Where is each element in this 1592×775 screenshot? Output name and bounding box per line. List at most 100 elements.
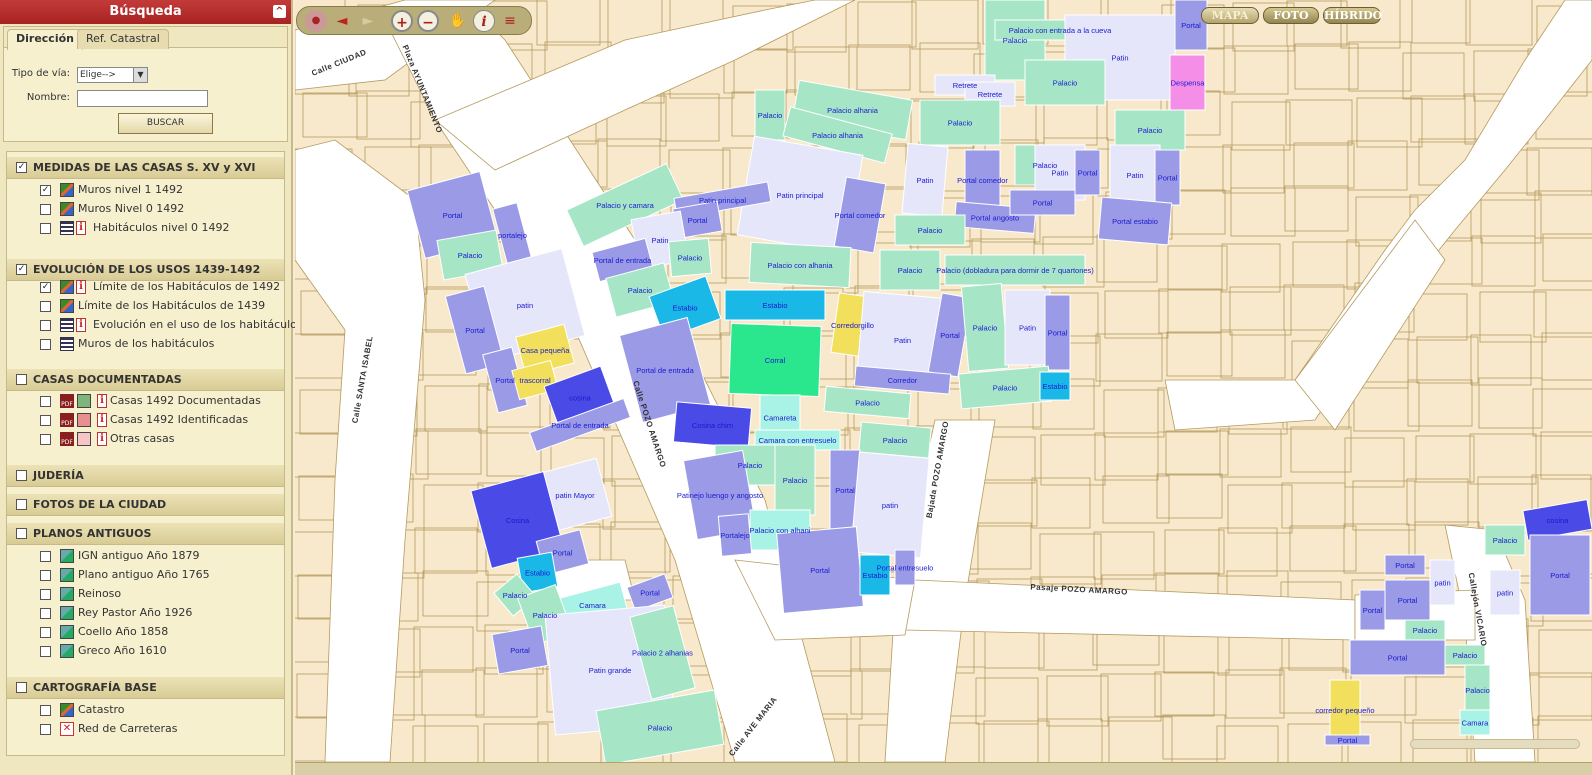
layer-checkbox[interactable] — [40, 724, 51, 735]
room-label: Portal angosto — [971, 214, 1019, 223]
layer-red-de-carreteras[interactable]: ✕ Red de Carreteras — [7, 720, 284, 738]
room-label: Portal — [465, 326, 485, 335]
layer-checkbox[interactable] — [40, 608, 51, 619]
layer-group-cartografia-base[interactable]: CARTOGRAFÍA BASE — [7, 677, 284, 699]
room-label: Palacio — [898, 266, 923, 275]
layer-rey-pastor-ano-1926[interactable]: Rey Pastor Año 1926 — [7, 604, 284, 622]
layer-group-planos-antiguos[interactable]: PLANOS ANTIGUOS — [7, 523, 284, 545]
plano-icon — [60, 587, 74, 601]
layer-group-checkbox[interactable] — [16, 682, 27, 693]
layer-checkbox[interactable] — [40, 434, 51, 445]
map-mode-foto[interactable]: FOTO — [1263, 7, 1319, 24]
via-type-select[interactable]: Elige--> ▼ — [77, 67, 148, 83]
nombre-input[interactable] — [77, 90, 208, 107]
room-label: Palacio alhania — [812, 131, 864, 140]
zoom-in-icon[interactable]: + — [391, 10, 413, 32]
layer-checkbox[interactable] — [40, 301, 51, 312]
collapse-panel-icon[interactable]: ^ — [273, 5, 286, 18]
layer-muros-nivel-1-1492[interactable]: ✓ Muros nivel 1 1492 — [7, 181, 284, 199]
layer-checkbox[interactable] — [40, 396, 51, 407]
layer-label: Reinoso — [78, 587, 122, 600]
info-icon[interactable]: i — [97, 432, 107, 446]
layer-group-title: MEDIDAS DE LAS CASAS S. XV y XVI — [33, 161, 256, 174]
map-mode-mapa[interactable]: MAPA — [1201, 7, 1259, 24]
layer-checkbox[interactable]: ✓ — [40, 282, 51, 293]
room-label: Palacio — [458, 251, 483, 260]
layer-group-checkbox[interactable] — [16, 374, 27, 385]
room-label: Estabio — [762, 301, 787, 310]
info-icon[interactable]: i — [97, 394, 107, 408]
legend-swatch-icon — [77, 394, 91, 408]
room-label: Palacio — [758, 111, 783, 120]
back-arrow-icon[interactable]: ◄ — [331, 10, 353, 32]
layer-limite-de-los-habitaculos-de-1439[interactable]: Límite de los Habitáculos de 1439 — [7, 297, 284, 315]
layer-group-fotos-de-la-ciudad[interactable]: FOTOS DE LA CIUDAD — [7, 494, 284, 516]
room-label: Palacio — [1053, 79, 1078, 88]
measure-icon[interactable]: ≡ — [499, 10, 521, 32]
pin-icon[interactable]: ● — [305, 10, 327, 32]
layer-checkbox[interactable] — [40, 705, 51, 716]
zoom-out-icon[interactable]: − — [417, 10, 439, 32]
layer-evolucion-en-el-uso-de-los-habitaculos[interactable]: i Evolución en el uso de los habitáculos — [7, 316, 303, 334]
tab-direccion[interactable]: Dirección — [7, 29, 83, 50]
info-icon[interactable]: i — [76, 221, 86, 235]
info-icon[interactable]: i — [97, 413, 107, 427]
layer-label: Evolución en el uso de los habitáculos — [93, 318, 303, 331]
buscar-button[interactable]: BUSCAR — [118, 113, 213, 134]
zoom-slider[interactable] — [1410, 739, 1580, 749]
layer-checkbox[interactable] — [40, 589, 51, 600]
layer-group-checkbox[interactable] — [16, 499, 27, 510]
map-canvas[interactable]: Portal Palacio Palacio con entrada a la cu… — [295, 0, 1592, 762]
room-label: Palacio — [973, 324, 998, 333]
layer-catastro[interactable]: Catastro — [7, 701, 284, 719]
layer-group-checkbox[interactable]: ✓ — [16, 162, 27, 173]
layer-group-medidas-de-las-casas-s-xv-y-xvi[interactable]: ✓ MEDIDAS DE LAS CASAS S. XV y XVI — [7, 157, 284, 179]
layer-group-casas-documentadas[interactable]: CASAS DOCUMENTADAS — [7, 369, 284, 391]
room-label: Palacio alhania — [827, 106, 879, 115]
layer-group-checkbox[interactable] — [16, 470, 27, 481]
layer-group-checkbox[interactable]: ✓ — [16, 264, 27, 275]
room-label: Palacio 2 alhanias — [632, 649, 693, 658]
layer-checkbox[interactable] — [40, 646, 51, 657]
layer-checkbox[interactable] — [40, 223, 51, 234]
room-label: Palacio — [783, 476, 808, 485]
layer-checkbox[interactable] — [40, 551, 51, 562]
layer-checkbox[interactable]: ✓ — [40, 185, 51, 196]
room-label: Portal comedor — [835, 211, 886, 220]
layer-checkbox[interactable] — [40, 570, 51, 581]
layer-limite-de-los-habitaculos-de-1492[interactable]: ✓ i Límite de los Habitáculos de 1492 — [7, 278, 284, 296]
layer-checkbox[interactable] — [40, 320, 51, 331]
room-label: portalejo — [498, 231, 527, 240]
plano-icon — [60, 549, 74, 563]
tab-ref-catastral[interactable]: Ref. Catastral — [77, 29, 169, 49]
layer-ign-antiguo-ano-1879[interactable]: IGN antiguo Año 1879 — [7, 547, 284, 565]
room-label: Casa pequeña — [521, 346, 571, 355]
info-icon[interactable]: i — [473, 10, 495, 32]
layer-otras-casas[interactable]: PDF i Otras casas — [7, 430, 284, 448]
list-icon — [60, 221, 74, 235]
forward-arrow-icon[interactable]: ► — [357, 10, 379, 32]
room-label: corredor pequeño — [1315, 706, 1374, 715]
room-label: Palacio — [993, 384, 1018, 393]
info-icon[interactable]: i — [76, 318, 86, 332]
layer-checkbox[interactable] — [40, 339, 51, 350]
room-label: Patin — [916, 176, 933, 185]
layer-checkbox[interactable] — [40, 627, 51, 638]
layer-casas-1492-documentadas[interactable]: PDF i Casas 1492 Documentadas — [7, 392, 284, 410]
layer-group-checkbox[interactable] — [16, 528, 27, 539]
hand-pan-icon[interactable]: ✋ — [447, 10, 469, 32]
layer-checkbox[interactable] — [40, 415, 51, 426]
layer-group-juderia[interactable]: JUDERÍA — [7, 465, 284, 487]
layer-muros-nivel-0-1492[interactable]: Muros Nivel 0 1492 — [7, 200, 284, 218]
grid-icon — [60, 703, 74, 717]
layer-plano-antiguo-ano-1765[interactable]: Plano antiguo Año 1765 — [7, 566, 284, 584]
layer-reinoso[interactable]: Reinoso — [7, 585, 284, 603]
layer-checkbox[interactable] — [40, 204, 51, 215]
map-mode-hibrido[interactable]: HÍBRIDO — [1323, 7, 1382, 24]
layer-greco-ano-1610[interactable]: Greco Año 1610 — [7, 642, 284, 660]
info-icon[interactable]: i — [76, 280, 86, 294]
layer-habitaculos-nivel-0-1492[interactable]: i Habitáculos nivel 0 1492 — [7, 219, 284, 237]
layer-casas-1492-identificadas[interactable]: PDF i Casas 1492 Identificadas — [7, 411, 284, 429]
layer-muros-de-los-habitaculos[interactable]: Muros de los habitáculos — [7, 335, 284, 353]
layer-coello-ano-1858[interactable]: Coello Año 1858 — [7, 623, 284, 641]
